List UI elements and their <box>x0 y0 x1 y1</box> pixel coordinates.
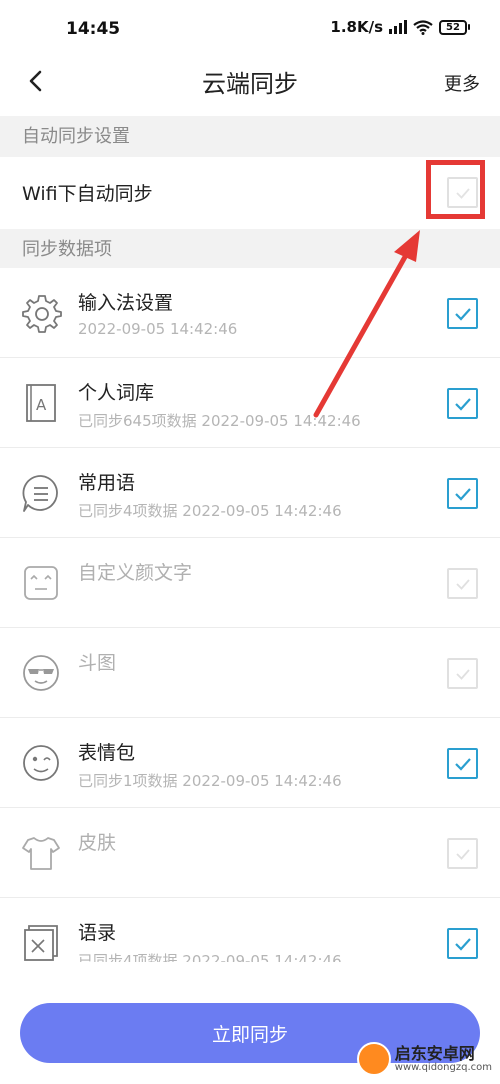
watermark-logo-icon <box>356 1042 391 1076</box>
list-item-skin[interactable]: 皮肤 <box>0 808 500 898</box>
check-icon <box>454 307 471 321</box>
list-item-sticker-pack[interactable]: 表情包 已同步1项数据 2022-09-05 14:42:46 <box>0 718 500 808</box>
status-time: 14:45 <box>66 19 121 39</box>
gear-icon <box>22 295 62 333</box>
wifi-auto-sync-row[interactable]: Wifi下自动同步 <box>0 157 500 229</box>
quote-card-icon <box>24 925 58 961</box>
wink-face-icon <box>23 745 59 781</box>
check-icon <box>455 187 470 199</box>
watermark-name: 启东安卓网 <box>394 1043 475 1063</box>
net-speed: 1.8K/s <box>330 18 383 36</box>
list-item-meme-battle[interactable]: 斗图 <box>0 628 500 718</box>
status-indicators: 1.8K/s 52 <box>330 18 470 36</box>
item-checkbox[interactable] <box>447 298 478 329</box>
check-icon <box>454 757 471 771</box>
check-icon <box>455 578 470 590</box>
check-icon <box>454 397 471 411</box>
list-item-input-settings[interactable]: 输入法设置 2022-09-05 14:42:46 <box>0 268 500 358</box>
item-checkbox[interactable] <box>447 838 478 869</box>
item-checkbox[interactable] <box>447 388 478 419</box>
item-subtitle: 已同步4项数据 2022-09-05 14:42:46 <box>78 502 342 520</box>
item-subtitle: 2022-09-05 14:42:46 <box>78 320 238 338</box>
list-item-common-phrases[interactable]: 常用语 已同步4项数据 2022-09-05 14:42:46 <box>0 448 500 538</box>
battery-level: 52 <box>439 19 467 35</box>
item-title: 表情包 <box>78 742 136 764</box>
item-title: 常用语 <box>78 472 136 494</box>
kaomoji-icon <box>24 566 58 600</box>
check-icon <box>455 668 470 680</box>
item-checkbox[interactable] <box>447 748 478 779</box>
watermark-url: www.qidongzq.com <box>394 1062 492 1074</box>
item-title: 皮肤 <box>78 832 117 854</box>
chat-bubble-icon <box>22 475 58 512</box>
section-header-auto-sync: 自动同步设置 <box>0 116 500 157</box>
check-icon <box>455 848 470 860</box>
battery-icon: 52 <box>439 19 470 35</box>
item-title: 个人词库 <box>78 382 155 404</box>
item-checkbox[interactable] <box>447 478 478 509</box>
wifi-icon <box>413 19 433 35</box>
svg-text:A: A <box>36 396 47 414</box>
item-subtitle: 已同步1项数据 2022-09-05 14:42:46 <box>78 772 342 790</box>
watermark: 启东安卓网 www.qidongzq.com <box>356 1042 492 1076</box>
list-item-personal-dictionary[interactable]: A 个人词库 已同步645项数据 2022-09-05 14:42:46 <box>0 358 500 448</box>
item-title: 语录 <box>78 922 117 944</box>
item-subtitle: 已同步645项数据 2022-09-05 14:42:46 <box>78 412 361 430</box>
list-item-custom-kaomoji[interactable]: 自定义颜文字 <box>0 538 500 628</box>
sunglasses-face-icon <box>23 655 59 691</box>
item-checkbox[interactable] <box>447 928 478 959</box>
book-icon: A <box>26 384 56 422</box>
tshirt-icon <box>22 837 60 870</box>
signal-icon <box>389 20 407 34</box>
item-title: 输入法设置 <box>78 292 174 314</box>
item-title: 斗图 <box>78 652 117 674</box>
nav-bar: 云端同步 更多 <box>0 50 500 116</box>
item-checkbox[interactable] <box>447 568 478 599</box>
more-button[interactable]: 更多 <box>444 70 480 96</box>
wifi-auto-sync-label: Wifi下自动同步 <box>22 183 153 205</box>
page-title: 云端同步 <box>202 70 298 98</box>
check-icon <box>454 937 471 951</box>
item-checkbox[interactable] <box>447 658 478 689</box>
check-icon <box>454 487 471 501</box>
section-header-data-items: 同步数据项 <box>0 229 500 270</box>
item-subtitle: 已同步4项数据 2022-09-05 14:42:46 <box>78 952 342 962</box>
item-title: 自定义颜文字 <box>78 562 193 584</box>
list-item-quotes[interactable]: 语录 已同步4项数据 2022-09-05 14:42:46 <box>0 898 500 962</box>
wifi-auto-sync-checkbox[interactable] <box>447 177 478 208</box>
sync-items-list[interactable]: 输入法设置 2022-09-05 14:42:46 A 个人词库 已同步645项… <box>0 268 500 962</box>
